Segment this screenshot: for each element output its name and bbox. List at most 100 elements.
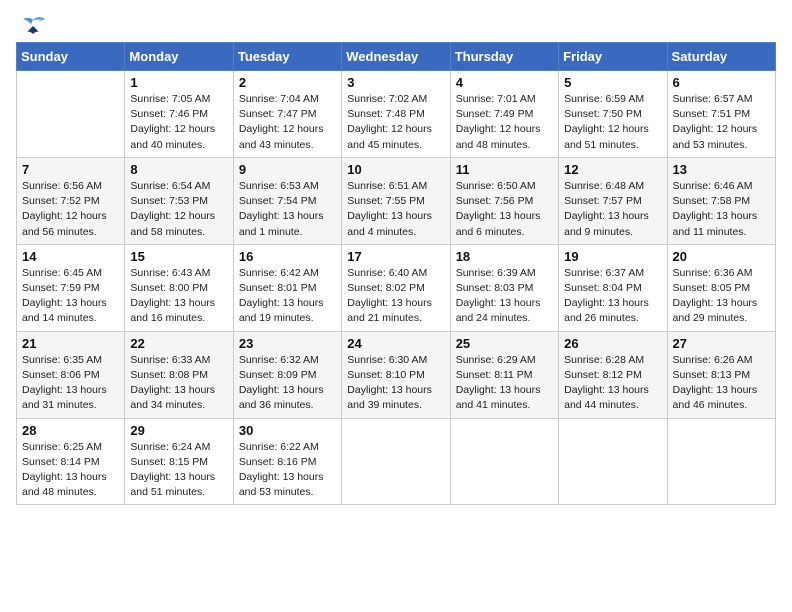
column-header-wednesday: Wednesday [342,43,450,71]
calendar-cell: 22 Sunrise: 6:33 AM Sunset: 8:08 PM Dayli… [125,331,233,418]
day-detail: Sunrise: 6:26 AM Sunset: 8:13 PM Dayligh… [673,353,770,414]
day-detail: Sunrise: 6:28 AM Sunset: 8:12 PM Dayligh… [564,353,661,414]
day-number: 5 [564,75,661,90]
calendar-week-3: 14 Sunrise: 6:45 AM Sunset: 7:59 PM Dayli… [17,244,776,331]
day-number: 18 [456,249,553,264]
calendar-week-2: 7 Sunrise: 6:56 AM Sunset: 7:52 PM Daylig… [17,157,776,244]
day-number: 13 [673,162,770,177]
calendar-cell: 9 Sunrise: 6:53 AM Sunset: 7:54 PM Daylig… [233,157,341,244]
column-header-tuesday: Tuesday [233,43,341,71]
day-number: 7 [22,162,119,177]
calendar-cell: 11 Sunrise: 6:50 AM Sunset: 7:56 PM Dayli… [450,157,558,244]
day-number: 6 [673,75,770,90]
calendar-cell: 27Sunrise: 6:26 AM Sunset: 8:13 PM Dayli… [667,331,775,418]
day-number: 15 [130,249,227,264]
day-number: 3 [347,75,444,90]
day-number: 22 [130,336,227,351]
day-number: 28 [22,423,119,438]
calendar-cell: 5 Sunrise: 6:59 AM Sunset: 7:50 PM Daylig… [559,71,667,158]
day-detail: Sunrise: 6:50 AM Sunset: 7:56 PM Dayligh… [456,179,553,240]
day-number: 25 [456,336,553,351]
calendar-cell: 25 Sunrise: 6:29 AM Sunset: 8:11 PM Dayli… [450,331,558,418]
day-number: 8 [130,162,227,177]
column-header-thursday: Thursday [450,43,558,71]
day-detail: Sunrise: 6:54 AM Sunset: 7:53 PM Dayligh… [130,179,227,240]
day-detail: Sunrise: 6:32 AM Sunset: 8:09 PM Dayligh… [239,353,336,414]
calendar-cell: 29 Sunrise: 6:24 AM Sunset: 8:15 PM Dayli… [125,418,233,505]
day-detail: Sunrise: 6:46 AM Sunset: 7:58 PM Dayligh… [673,179,770,240]
day-detail: Sunrise: 6:57 AM Sunset: 7:51 PM Dayligh… [673,92,770,153]
day-detail: Sunrise: 6:42 AM Sunset: 8:01 PM Dayligh… [239,266,336,327]
day-detail: Sunrise: 6:56 AM Sunset: 7:52 PM Dayligh… [22,179,119,240]
day-detail: Sunrise: 7:02 AM Sunset: 7:48 PM Dayligh… [347,92,444,153]
day-detail: Sunrise: 6:53 AM Sunset: 7:54 PM Dayligh… [239,179,336,240]
calendar-cell: 6 Sunrise: 6:57 AM Sunset: 7:51 PM Daylig… [667,71,775,158]
logo-bird-icon [19,16,47,38]
day-detail: Sunrise: 6:39 AM Sunset: 8:03 PM Dayligh… [456,266,553,327]
column-header-sunday: Sunday [17,43,125,71]
calendar-cell: 21 Sunrise: 6:35 AM Sunset: 8:06 PM Dayli… [17,331,125,418]
day-detail: Sunrise: 6:30 AM Sunset: 8:10 PM Dayligh… [347,353,444,414]
page-header [16,16,776,34]
day-number: 11 [456,162,553,177]
day-number: 30 [239,423,336,438]
calendar-cell: 2 Sunrise: 7:04 AM Sunset: 7:47 PM Daylig… [233,71,341,158]
calendar-cell [559,418,667,505]
calendar-week-5: 28 Sunrise: 6:25 AM Sunset: 8:14 PM Dayli… [17,418,776,505]
day-number: 24 [347,336,444,351]
calendar-cell: 28 Sunrise: 6:25 AM Sunset: 8:14 PM Dayli… [17,418,125,505]
day-detail: Sunrise: 6:40 AM Sunset: 8:02 PM Dayligh… [347,266,444,327]
column-header-monday: Monday [125,43,233,71]
day-detail: Sunrise: 6:25 AM Sunset: 8:14 PM Dayligh… [22,440,119,501]
calendar-header-row: SundayMondayTuesdayWednesdayThursdayFrid… [17,43,776,71]
calendar-cell [342,418,450,505]
day-detail: Sunrise: 6:51 AM Sunset: 7:55 PM Dayligh… [347,179,444,240]
day-detail: Sunrise: 6:45 AM Sunset: 7:59 PM Dayligh… [22,266,119,327]
day-detail: Sunrise: 6:33 AM Sunset: 8:08 PM Dayligh… [130,353,227,414]
day-number: 29 [130,423,227,438]
calendar-cell: 18 Sunrise: 6:39 AM Sunset: 8:03 PM Dayli… [450,244,558,331]
day-detail: Sunrise: 6:37 AM Sunset: 8:04 PM Dayligh… [564,266,661,327]
calendar-cell: 14 Sunrise: 6:45 AM Sunset: 7:59 PM Dayli… [17,244,125,331]
day-detail: Sunrise: 6:59 AM Sunset: 7:50 PM Dayligh… [564,92,661,153]
column-header-friday: Friday [559,43,667,71]
calendar-cell: 1Sunrise: 7:05 AM Sunset: 7:46 PM Daylig… [125,71,233,158]
day-detail: Sunrise: 6:48 AM Sunset: 7:57 PM Dayligh… [564,179,661,240]
day-number: 23 [239,336,336,351]
calendar-cell: 12 Sunrise: 6:48 AM Sunset: 7:57 PM Dayli… [559,157,667,244]
day-number: 21 [22,336,119,351]
column-header-saturday: Saturday [667,43,775,71]
calendar-cell [17,71,125,158]
calendar-cell: 20Sunrise: 6:36 AM Sunset: 8:05 PM Dayli… [667,244,775,331]
day-number: 16 [239,249,336,264]
day-number: 17 [347,249,444,264]
day-detail: Sunrise: 6:35 AM Sunset: 8:06 PM Dayligh… [22,353,119,414]
calendar-week-4: 21 Sunrise: 6:35 AM Sunset: 8:06 PM Dayli… [17,331,776,418]
day-detail: Sunrise: 6:43 AM Sunset: 8:00 PM Dayligh… [130,266,227,327]
day-number: 26 [564,336,661,351]
calendar-cell: 26 Sunrise: 6:28 AM Sunset: 8:12 PM Dayli… [559,331,667,418]
day-number: 1 [130,75,227,90]
day-number: 12 [564,162,661,177]
calendar-week-1: 1Sunrise: 7:05 AM Sunset: 7:46 PM Daylig… [17,71,776,158]
calendar-cell: 24 Sunrise: 6:30 AM Sunset: 8:10 PM Dayli… [342,331,450,418]
day-number: 2 [239,75,336,90]
day-number: 20 [673,249,770,264]
calendar-cell: 8 Sunrise: 6:54 AM Sunset: 7:53 PM Daylig… [125,157,233,244]
day-detail: Sunrise: 6:29 AM Sunset: 8:11 PM Dayligh… [456,353,553,414]
day-number: 14 [22,249,119,264]
day-detail: Sunrise: 7:01 AM Sunset: 7:49 PM Dayligh… [456,92,553,153]
calendar-cell [450,418,558,505]
day-number: 9 [239,162,336,177]
calendar-cell: 4Sunrise: 7:01 AM Sunset: 7:49 PM Daylig… [450,71,558,158]
day-number: 10 [347,162,444,177]
logo [16,16,47,34]
calendar-cell: 13 Sunrise: 6:46 AM Sunset: 7:58 PM Dayli… [667,157,775,244]
calendar-cell: 17 Sunrise: 6:40 AM Sunset: 8:02 PM Dayli… [342,244,450,331]
calendar-cell: 15 Sunrise: 6:43 AM Sunset: 8:00 PM Dayli… [125,244,233,331]
day-detail: Sunrise: 6:24 AM Sunset: 8:15 PM Dayligh… [130,440,227,501]
calendar-cell: 10 Sunrise: 6:51 AM Sunset: 7:55 PM Dayli… [342,157,450,244]
calendar-cell: 19 Sunrise: 6:37 AM Sunset: 8:04 PM Dayli… [559,244,667,331]
day-number: 19 [564,249,661,264]
day-detail: Sunrise: 7:04 AM Sunset: 7:47 PM Dayligh… [239,92,336,153]
